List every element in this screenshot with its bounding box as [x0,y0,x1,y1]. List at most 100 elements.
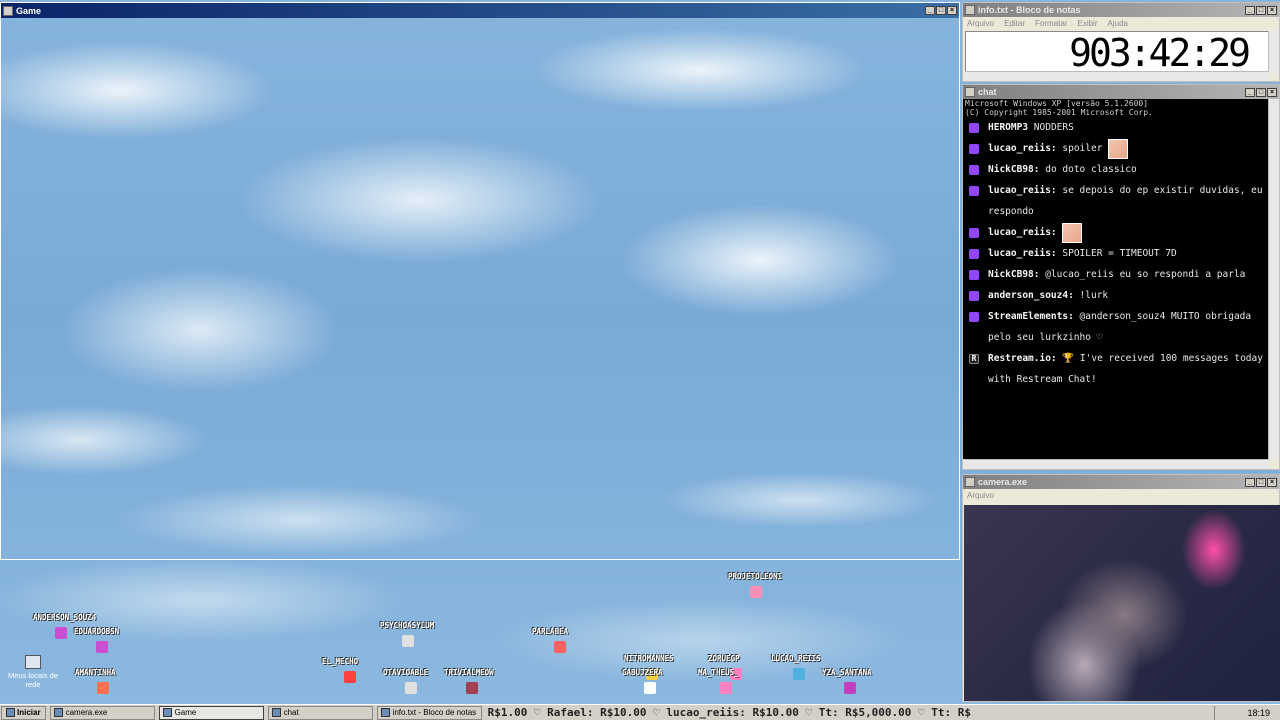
menu-editar[interactable]: Editar [1004,19,1025,28]
task-label: info.txt - Bloco de notas [392,708,477,717]
desktop-icon-network[interactable]: Meus locais de rede [6,655,60,689]
viewer-name: YZA_SANTANA [822,668,872,677]
cmd-icon [271,708,281,717]
minimize-button[interactable]: _ [1245,87,1255,97]
chat-username: lucao_reiis: [988,143,1057,154]
close-button[interactable]: × [1267,87,1277,97]
viewer-avatar-sprite [554,641,566,653]
taskbar-item-notepad[interactable]: info.txt - Bloco de notas [376,705,482,720]
start-label: Iniciar [17,708,41,717]
viewer-name: PARLABEA [532,627,569,636]
viewer-name: EL_MECHO [322,657,359,666]
start-button[interactable]: Iniciar [1,705,46,720]
menu-arquivo[interactable]: Arquivo [967,491,994,500]
viewer-name: PROJETOLEONI [728,572,783,581]
notepad-title: info.txt - Bloco de notas [978,5,1081,15]
chat-text: do doto classico [1045,164,1137,175]
chat-username: HEROMP3 [988,122,1029,133]
notepad-window[interactable]: info.txt - Bloco de notas _ □ × Arquivo … [962,2,1280,82]
game-window[interactable]: Game _ □ × [0,2,960,560]
chat-console[interactable]: Microsoft Windows XP [versão 5.1.2600] (… [963,99,1269,459]
taskbar-item-chat[interactable]: chat [267,705,373,720]
close-button[interactable]: × [1267,5,1277,15]
chat-text: @lucao_reiis eu so respondi a parla [1045,269,1246,280]
chat-message: lucao_reiis: spoiler [963,138,1269,159]
desktop-icon-label: Meus locais de rede [7,671,59,689]
camera-title: camera.exe [978,477,1028,487]
chat-vertical-scrollbar[interactable] [1268,99,1279,459]
viewer-avatar-sprite [402,635,414,647]
maximize-button[interactable]: □ [936,6,946,15]
system-tray: 18:19 [1214,705,1280,720]
maximize-button[interactable]: □ [1256,87,1266,97]
menu-exibir[interactable]: Exibir [1077,19,1097,28]
camera-titlebar[interactable]: camera.exe _ □ × [963,475,1279,489]
chat-horizontal-scrollbar[interactable] [965,459,1269,469]
chat-text: spoiler [1062,143,1103,154]
minimize-button[interactable]: _ [1245,5,1255,15]
minimize-button[interactable]: _ [925,6,935,15]
twitch-icon [969,186,979,196]
chat-message: R Restream.io: 🏆 I've received 100 messag… [963,348,1269,390]
chat-text: SPOILER = TIMEOUT 7D [1062,248,1177,259]
camera-app-icon [965,477,975,487]
taskbar-item-camera[interactable]: camera.exe [49,705,155,720]
viewer-name: EDUARDOBSN [74,627,120,636]
viewer-avatar-sprite [97,682,109,694]
chat-message-list: HEROMP3 NODDERS lucao_reiis: spoiler Nick… [963,117,1269,390]
game-app-icon [162,708,172,717]
menu-arquivo[interactable]: Arquivo [967,19,994,28]
notepad-titlebar[interactable]: info.txt - Bloco de notas _ □ × [963,3,1279,17]
viewer-name: ANDERSON_SOUZ4 [33,613,97,622]
notepad-horizontal-scrollbar[interactable] [965,71,1269,81]
chat-username: lucao_reiis: [988,185,1057,196]
game-app-icon [3,5,13,16]
chat-message: NickCB98: @lucao_reiis eu so respondi a … [963,264,1269,285]
emote-image [1108,138,1129,159]
twitch-icon [969,144,979,154]
close-button[interactable]: × [947,6,957,15]
chat-username: lucao_reiis: [988,227,1057,238]
chat-message: lucao_reiis: se depois do ep existir duv… [963,180,1269,222]
viewer-avatar-sprite [844,682,856,694]
network-places-icon [25,655,41,669]
viewer-name: LUCAO_REIIS [771,654,821,663]
task-label: camera.exe [65,708,108,717]
menu-ajuda[interactable]: Ajuda [1108,19,1128,28]
webcam-feed [964,505,1280,701]
viewer-name: ZORUEGP [708,654,740,663]
tray-clock[interactable]: 18:19 [1247,708,1270,718]
maximize-button[interactable]: □ [1256,5,1266,15]
chat-message: lucao_reiis: [963,222,1269,243]
minimize-button[interactable]: _ [1245,477,1255,487]
chat-titlebar[interactable]: chat _ □ × [963,85,1279,99]
game-titlebar[interactable]: Game _ □ × [1,3,959,18]
camera-window[interactable]: camera.exe _ □ × Arquivo [962,474,1280,702]
stream-timer: 903:42:29 [1069,31,1251,75]
viewer-avatar-sprite [344,671,356,683]
emote-image [1062,222,1083,243]
taskbar-item-game[interactable]: Game [158,705,264,720]
viewer-avatar-sprite [750,586,762,598]
viewer-avatar-sprite [720,682,732,694]
close-button[interactable]: × [1267,477,1277,487]
twitch-icon [969,312,979,322]
chat-text: !lurk [1079,290,1109,301]
desktop: Game _ □ × info.txt - Bloco de notas _ □… [0,0,1280,720]
menu-formatar[interactable]: Formatar [1035,19,1067,28]
twitch-icon [969,228,979,238]
viewer-avatars-overlay: PROJETOLEONI ANDERSON_SOUZ4 EDUARDOBSN PSYC… [0,562,960,704]
notepad-text-area[interactable]: 903:42:29 [965,31,1269,75]
chat-window[interactable]: chat _ □ × Microsoft Windows XP [versão … [962,84,1280,470]
donation-ticker: R$1.00 ♡ Rafael: R$10.00 ♡ lucao_reiis: … [487,705,972,719]
maximize-button[interactable]: □ [1256,477,1266,487]
notepad-vertical-scrollbar[interactable] [1268,31,1279,73]
chat-username: NickCB98: [988,164,1040,175]
chat-username: StreamElements: [988,311,1074,322]
restream-icon: R [969,354,979,364]
viewer-avatar-sprite [405,682,417,694]
notepad-icon [380,708,390,717]
windows-logo-icon [6,708,15,717]
chat-username: anderson_souz4: [988,290,1074,301]
chat-message: StreamElements: @anderson_souz4 MUITO ob… [963,306,1269,348]
